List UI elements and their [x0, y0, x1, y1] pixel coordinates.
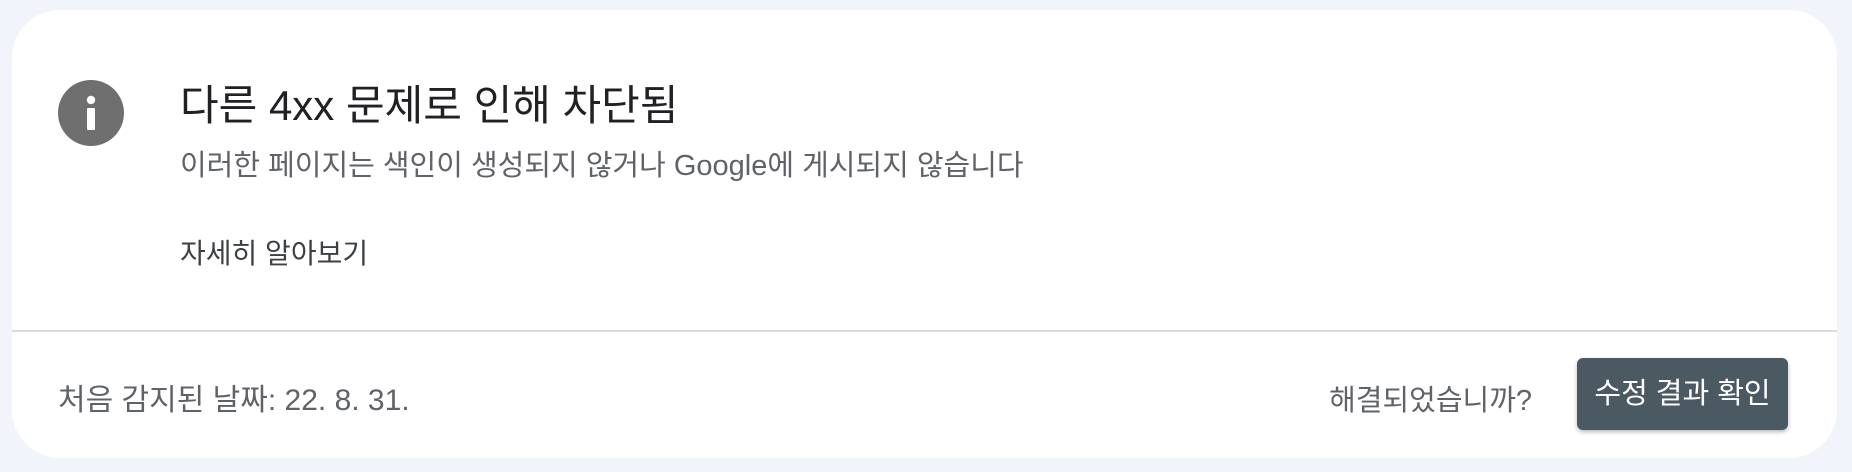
issue-description: 이러한 페이지는 색인이 생성되지 않거나 Google에 게시되지 않습니다: [180, 150, 1024, 182]
card-divider: [12, 330, 1837, 332]
first-detected-date: 처음 감지된 날짜: 22. 8. 31.: [58, 384, 410, 417]
resolved-question-label: 해결되었습니까?: [1329, 385, 1532, 417]
issue-card: 다른 4xx 문제로 인해 차단됨 이러한 페이지는 색인이 생성되지 않거나 …: [12, 10, 1837, 458]
issue-title: 다른 4xx 문제로 인해 차단됨: [180, 82, 679, 129]
info-icon: [58, 80, 124, 146]
info-icon-glyph: [86, 95, 96, 130]
validate-fix-button[interactable]: 수정 결과 확인: [1577, 358, 1788, 430]
learn-more-link[interactable]: 자세히 알아보기: [180, 234, 368, 274]
